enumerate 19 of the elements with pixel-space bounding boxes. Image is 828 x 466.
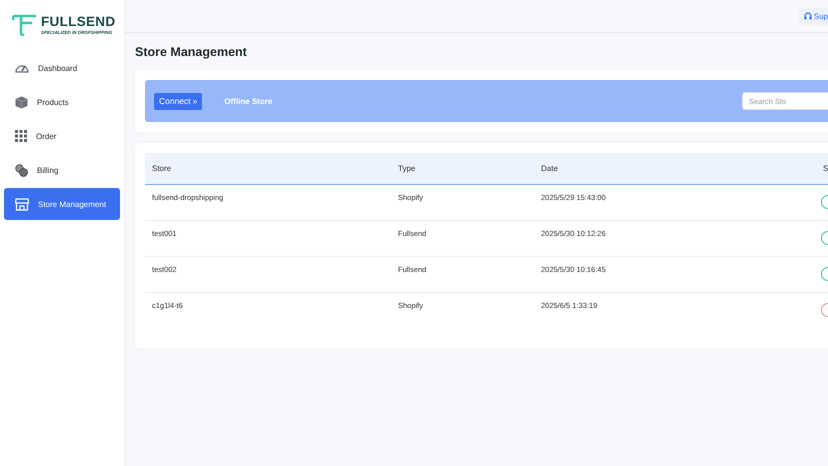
sidebar-item[interactable]: Order xyxy=(4,120,120,152)
coins-icon xyxy=(15,164,28,176)
column-header: Type xyxy=(391,153,534,184)
sidebar-item[interactable]: Dashboard xyxy=(4,52,120,84)
sidebar-item[interactable]: Store Management xyxy=(4,188,120,220)
store-icon xyxy=(15,198,29,210)
sidebar-item[interactable]: Billing xyxy=(4,154,120,186)
column-header: Date xyxy=(534,153,816,184)
logo-name: FULLSEND xyxy=(41,13,116,30)
logo-icon xyxy=(12,12,38,36)
sidebar-item[interactable]: Products xyxy=(4,86,120,118)
column-header: Store xyxy=(145,153,391,184)
page-title: Store Management xyxy=(135,45,248,59)
support-button[interactable]: Sup xyxy=(798,8,828,24)
connect-button[interactable]: Connect » xyxy=(154,92,202,110)
column-header: S xyxy=(816,153,828,184)
grid-icon xyxy=(15,130,27,142)
box-icon xyxy=(15,96,28,108)
headset-icon xyxy=(804,12,812,20)
